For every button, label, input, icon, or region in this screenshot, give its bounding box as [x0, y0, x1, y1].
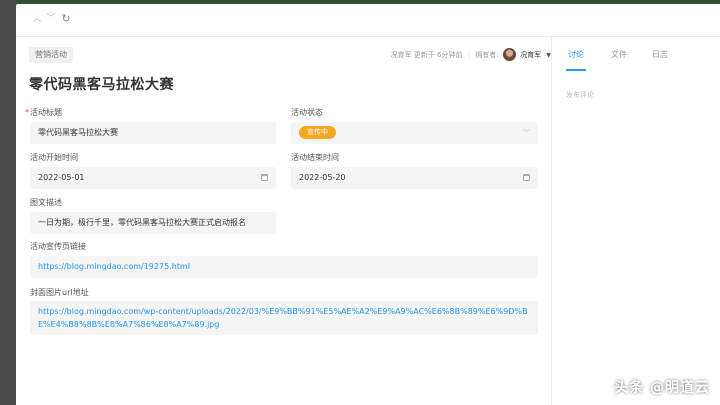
- watermark: 头条 @明道云: [614, 380, 710, 396]
- cover-url-label: 封面图片url地址: [30, 288, 89, 297]
- promo-link-label: 活动宣传页链接: [30, 242, 86, 251]
- owner-avatar[interactable]: [502, 47, 516, 61]
- active-tab-indicator: [566, 69, 586, 71]
- comment-input[interactable]: 发布评论: [566, 90, 594, 100]
- tab-log[interactable]: 日志: [652, 49, 668, 61]
- next-record-icon[interactable]: ﹀: [44, 12, 58, 26]
- record-title: 零代码黑客马拉松大赛: [29, 77, 174, 93]
- record-detail-modal: ︿ ﹀ ↻ 营销活动 况育军 更新于 6分钟前 | 拥有者: 况育军 ▼ 零代码…: [16, 4, 720, 405]
- previous-record-icon[interactable]: ︿: [30, 12, 44, 26]
- owner-name[interactable]: 况育军: [520, 51, 541, 59]
- updated-by: 况育军: [390, 51, 412, 59]
- discussion-panel: 讨论 文件 日志 发布评论: [552, 37, 720, 405]
- tab-discussion[interactable]: 讨论: [568, 49, 584, 61]
- end-time-label: 活动结束时间: [291, 153, 339, 162]
- end-time-field[interactable]: 2022-05-20: [291, 167, 538, 189]
- cover-url-field[interactable]: https://blog.mingdao.com/wp-content/uplo…: [30, 301, 538, 335]
- activity-title-field[interactable]: 零代码黑客马拉松大赛: [30, 122, 276, 144]
- worksheet-tag[interactable]: 营销活动: [29, 47, 73, 63]
- meta-divider: |: [467, 51, 471, 59]
- description-field[interactable]: 一日为期，极行千里，零代码黑客马拉松大赛正式启动报名: [30, 212, 276, 234]
- start-time-field[interactable]: 2022-05-01: [30, 167, 276, 189]
- description-label: 图文描述: [30, 198, 62, 207]
- activity-status-select[interactable]: 宣传中 ﹀: [291, 122, 538, 144]
- start-time-label: 活动开始时间: [30, 153, 78, 162]
- required-mark: *: [25, 108, 29, 117]
- end-time-value: 2022-05-20: [299, 173, 346, 182]
- record-main-panel: 营销活动 况育军 更新于 6分钟前 | 拥有者: 况育军 ▼ 零代码黑客马拉松大…: [16, 37, 552, 405]
- calendar-icon[interactable]: [261, 174, 268, 181]
- start-time-value: 2022-05-01: [38, 173, 85, 182]
- chevron-down-icon: ﹀: [523, 129, 530, 137]
- tab-files[interactable]: 文件: [611, 49, 627, 61]
- activity-title-label: * 活动标题: [25, 108, 62, 117]
- status-badge: 宣传中: [299, 126, 336, 139]
- updated-time: 更新于 6分钟前: [413, 51, 463, 59]
- owner-dropdown-icon[interactable]: ▼: [546, 52, 551, 59]
- modal-topbar: ︿ ﹀ ↻: [16, 4, 720, 37]
- owner-label: 拥有者:: [475, 51, 499, 59]
- background-app-sidebar: [0, 0, 16, 405]
- promo-link-field[interactable]: https://blog.mingdao.com/19275.html: [30, 256, 538, 278]
- record-meta: 况育军 更新于 6分钟前 | 拥有者: 况育军 ▼: [351, 47, 551, 63]
- calendar-icon[interactable]: [523, 174, 530, 181]
- side-tabs: 讨论 文件 日志: [552, 37, 720, 71]
- refresh-icon[interactable]: ↻: [59, 12, 73, 26]
- activity-status-label: 活动状态: [291, 108, 323, 117]
